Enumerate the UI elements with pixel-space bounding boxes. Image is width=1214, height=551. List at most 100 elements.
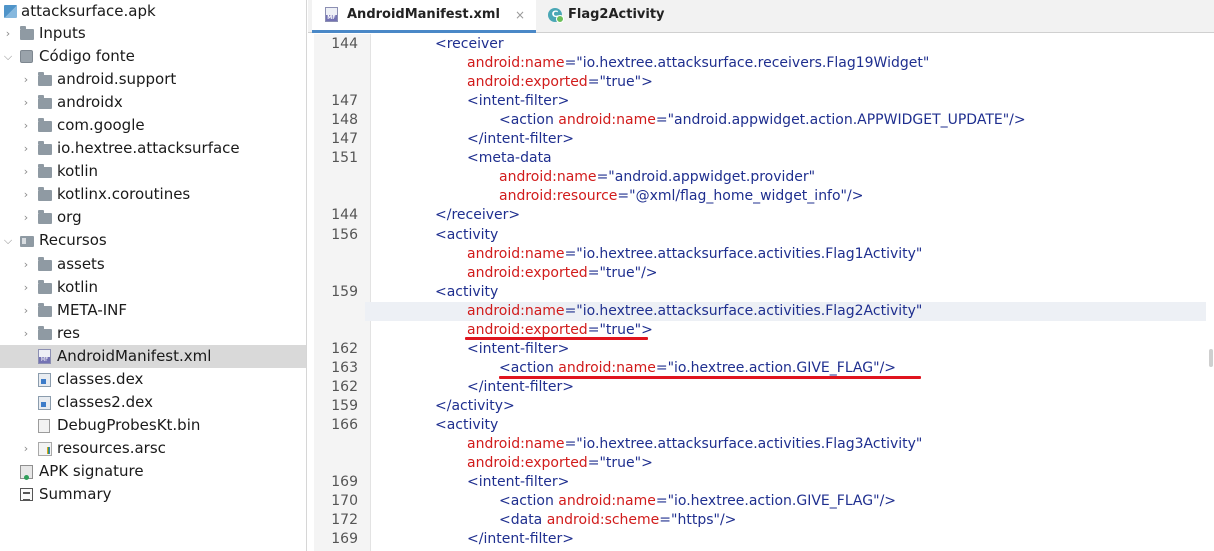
chevron-right-icon[interactable]: › [20,91,32,114]
chevron-right-icon[interactable]: › [20,206,32,229]
tree-item-org[interactable]: › org [0,206,306,229]
xml-attr-token: android:name [499,169,597,186]
code-line[interactable]: <intent-filter> [308,473,1214,492]
code-line[interactable]: <activity [308,226,1214,245]
tree-item-kotlin[interactable]: › kotlin [0,160,306,183]
xml-tag-token: <intent-filter> [467,93,570,110]
xml-val-token: "io.hextree.attacksurface.activities.Fla… [576,436,923,453]
tree-item-debugprobeskt-bin[interactable]: DebugProbesKt.bin [0,414,306,437]
code-line[interactable]: <action android:name="android.appwidget.… [308,111,1214,130]
dex-file-icon [38,395,52,410]
code-line[interactable]: android:exported="true"> [308,454,1214,473]
tree-item-recursos[interactable]: ⌵ Recursos [0,229,306,252]
code-line[interactable]: android:exported="true"/> [308,264,1214,283]
chevron-right-icon[interactable]: › [20,137,32,160]
xml-eq-token: = [564,55,577,72]
editor-scrollbar[interactable] [1206,35,1214,551]
xml-attr-token: android:name [467,245,565,262]
tree-item-androidx[interactable]: › androidx [0,91,306,114]
code-line[interactable]: <meta-data [308,149,1214,168]
code-content: android:exported="true"> [467,454,653,473]
code-content: android:name="android.appwidget.provider… [499,168,815,187]
xml-tag-token: > [641,321,653,338]
tree-item-android-support[interactable]: › android.support [0,68,306,91]
package-folder-icon [38,72,52,87]
code-line[interactable]: <data android:scheme="https"/> [308,511,1214,530]
code-content: </activity> [435,397,515,416]
xml-val-token: "true" [599,321,642,338]
code-line[interactable]: android:resource="@xml/flag_home_widget_… [308,187,1214,206]
xml-attr-token: android:exported [467,264,588,281]
code-line[interactable]: <activity [308,416,1214,435]
chevron-right-icon[interactable]: › [20,437,32,460]
chevron-right-icon[interactable]: › [20,322,32,345]
code-line[interactable]: </intent-filter> [308,378,1214,397]
chevron-right-icon[interactable]: › [20,114,32,137]
chevron-right-icon[interactable]: › [20,276,32,299]
code-line[interactable]: <action android:name="io.hextree.action.… [308,492,1214,511]
code-line[interactable]: </activity> [308,397,1214,416]
chevron-right-icon[interactable]: › [20,299,32,322]
package-folder-icon [38,210,52,225]
code-line[interactable]: android:name="android.appwidget.provider… [308,168,1214,187]
tree-item-io-hextree-attacksurface[interactable]: › io.hextree.attacksurface [0,137,306,160]
xml-tag-token: <activity [435,283,499,300]
xml-tag-token: <activity [435,417,499,433]
tree-item-label: assets [57,254,105,273]
xml-tag-token: > [641,455,653,472]
tree-item-resources-arsc[interactable]: › resources.arsc [0,437,306,460]
tree-item-res[interactable]: › res [0,322,306,345]
tree-item-label: io.hextree.attacksurface [57,139,240,158]
code-line[interactable]: </receiver> [308,206,1214,225]
chevron-down-icon[interactable]: ⌵ [2,45,14,68]
code-line[interactable]: </intent-filter> [308,530,1214,549]
tree-item-label: APK signature [39,461,144,480]
xml-tag-token: <data [499,512,547,529]
tree-item-kotlin[interactable]: › kotlin [0,276,306,299]
code-content: <action android:name="android.appwidget.… [499,111,1026,130]
xml-tag-token: </intent-filter> [467,378,575,395]
tab-android-manifest[interactable]: MF AndroidManifest.xml × [312,0,536,33]
code-line[interactable]: android:name="io.hextree.attacksurface.a… [308,435,1214,454]
chevron-right-icon[interactable]: › [2,22,14,45]
chevron-right-icon[interactable]: › [20,183,32,206]
code-line[interactable]: <activity [308,283,1214,302]
code-line[interactable]: android:name="io.hextree.attacksurface.a… [308,245,1214,264]
chevron-right-icon[interactable]: › [20,253,32,276]
xml-tag-token: <action [499,493,559,510]
tree-item-classes-dex[interactable]: classes.dex [0,368,306,391]
chevron-down-icon[interactable]: ⌵ [2,229,14,252]
code-line[interactable]: android:name="io.hextree.attacksurface.r… [308,54,1214,73]
tree-item-assets[interactable]: › assets [0,253,306,276]
tree-item-classes2-dex[interactable]: classes2.dex [0,391,306,414]
manifest-file-icon: MF [38,348,52,364]
code-line[interactable]: android:exported="true"> [308,73,1214,92]
tree-item-label: Código fonte [39,47,135,66]
xml-attr-token: android:exported [467,455,588,472]
tree-item-meta-inf[interactable]: › META-INF [0,299,306,322]
tree-item-c-digo-fonte[interactable]: ⌵ Código fonte [0,45,306,68]
tree-item-apk-signature[interactable]: APK signature [0,460,306,483]
close-icon[interactable]: × [515,0,525,30]
code-content: <activity [435,283,498,302]
tree-item-kotlinx-coroutines[interactable]: › kotlinx.coroutines [0,183,306,206]
code-editor[interactable]: 144 147 148 147 151 144 156 159 162 163 162 159 166 1… [308,34,1214,551]
chevron-right-icon[interactable]: › [20,68,32,91]
code-line[interactable]: android:exported="true"> [308,321,1214,340]
tree-item-label: res [57,323,80,342]
chevron-right-icon[interactable]: › [20,160,32,183]
code-line[interactable]: <receiver [308,35,1214,54]
tree-item-summary[interactable]: Summary [0,483,306,506]
tree-item-androidmanifest-xml[interactable]: MF AndroidManifest.xml [0,344,306,368]
code-line[interactable]: </intent-filter> [308,130,1214,149]
scrollbar-thumb[interactable] [1209,349,1213,367]
code-line[interactable]: <action android:name="io.hextree.action.… [308,359,1214,378]
tab-flag2activity[interactable]: C Flag2Activity [544,0,684,33]
code-line[interactable]: <intent-filter> [308,92,1214,111]
tree-root-apk[interactable]: attacksurface.apk [0,0,306,23]
xml-val-token: "io.hextree.attacksurface.activities.Fla… [576,245,923,262]
tree-item-com-google[interactable]: › com.google [0,114,306,137]
code-line[interactable]: <intent-filter> [308,340,1214,359]
tree-item-inputs[interactable]: › Inputs [0,22,306,45]
code-line[interactable]: android:name="io.hextree.attacksurface.a… [308,302,1214,321]
